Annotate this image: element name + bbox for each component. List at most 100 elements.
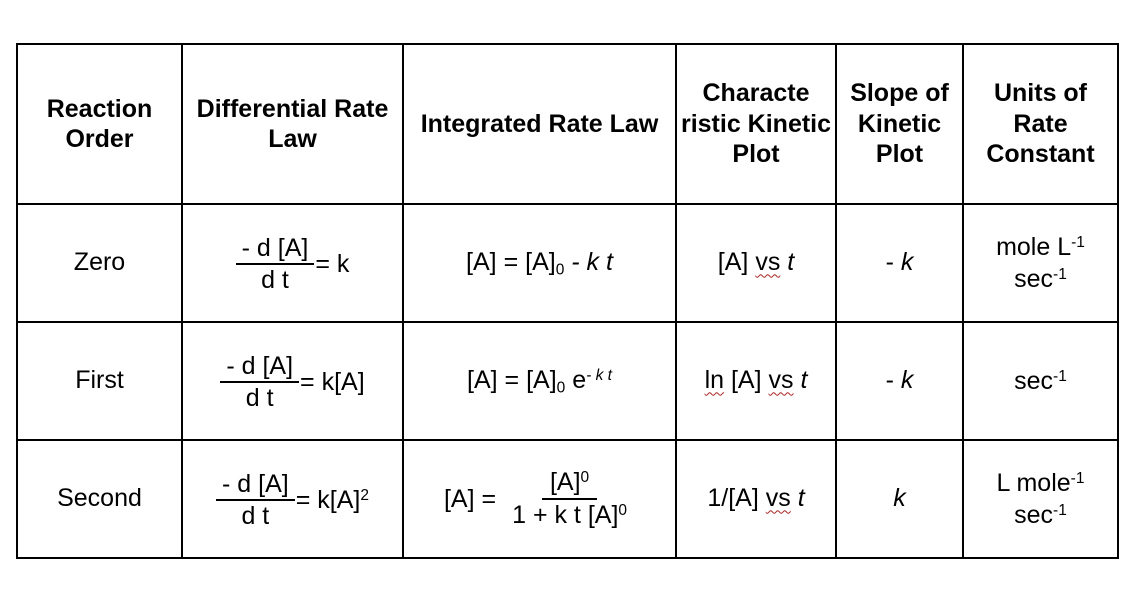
units-line-1-exponent: -1 xyxy=(1070,469,1085,487)
initial-concentration-subscript: 0 xyxy=(555,261,565,279)
table-row-second-order: Second - d [A] d t = k[A]2 [A] = [A]0 1 … xyxy=(16,439,1119,559)
column-header-units-of-rate-constant: Units of Rate Constant xyxy=(962,43,1119,205)
fraction-numerator: - d [A] xyxy=(235,235,315,265)
integrated-expression-first: [A] = [A]0 e- k t xyxy=(467,366,612,397)
plot-x-axis-term: t xyxy=(797,484,805,513)
plot-y-axis-term: [A] xyxy=(730,366,762,395)
cell-units-zero: mole L-1 sec-1 xyxy=(962,203,1119,323)
cell-kinetic-plot-zero: [A] vs t xyxy=(675,203,837,323)
reaction-kinetics-table: Reaction Order Differential Rate Law Int… xyxy=(16,43,1119,559)
integrated-expression-second: [A] = [A]0 1 + k t [A]0 xyxy=(443,468,635,530)
integrated-left-side: [A] = xyxy=(443,484,497,513)
column-header-differential-rate-law: Differential Rate Law xyxy=(181,43,404,205)
equals-sign: = xyxy=(315,249,330,278)
cell-units-second: L mole-1 sec-1 xyxy=(962,439,1119,559)
units-line-1: mole L-1 xyxy=(996,233,1085,261)
fraction-denominator: 1 + k t [A]0 xyxy=(504,500,635,530)
equals-sign: = xyxy=(504,366,520,395)
differential-expression-second: - d [A] d t = k[A]2 xyxy=(216,471,369,529)
units-line-2-text: sec xyxy=(1014,265,1054,293)
equals-sign: = xyxy=(300,367,315,396)
units-line-1: sec-1 xyxy=(1014,367,1067,395)
cell-reaction-order-zero: Zero xyxy=(16,203,183,323)
plot-x-axis-term: t xyxy=(787,248,795,277)
plot-x-axis-term: t xyxy=(800,366,808,395)
concentration-term: [A] xyxy=(467,366,498,395)
units-line-1-text: sec xyxy=(1014,366,1054,395)
fraction: - d [A] d t xyxy=(216,471,295,529)
fraction-denominator: d t xyxy=(245,383,274,412)
differential-expression-first: - d [A] d t = k[A] xyxy=(220,353,365,412)
fraction-numerator: - d [A] xyxy=(220,353,300,383)
units-line-1-text: mole L xyxy=(996,232,1072,261)
units-line-1: L mole-1 xyxy=(997,469,1085,497)
slope-symbol: k xyxy=(900,366,914,395)
table-header-row: Reaction Order Differential Rate Law Int… xyxy=(16,43,1119,205)
kinetic-plot-expression-first: ln [A] vs t xyxy=(705,366,808,394)
rate-law-exponent: 2 xyxy=(360,486,369,504)
fraction-numerator: [A]0 xyxy=(541,468,598,500)
initial-concentration-term: [A] xyxy=(525,248,556,277)
cell-integrated-rate-law-second: [A] = [A]0 1 + k t [A]0 xyxy=(402,439,677,559)
initial-concentration-subscript: 0 xyxy=(556,379,566,397)
differential-right-hand-side: = k[A] xyxy=(300,367,365,396)
differential-right-hand-side: = k xyxy=(315,249,350,278)
cell-units-first: sec-1 xyxy=(962,321,1119,441)
fraction-numerator-exponent: 0 xyxy=(580,468,590,486)
table-row-first-order: First - d [A] d t = k[A] [A] = [A]0 e- k… xyxy=(16,321,1119,441)
cell-reaction-order-second: Second xyxy=(16,439,183,559)
column-header-integrated-rate-law: Integrated Rate Law xyxy=(402,43,677,205)
differential-right-hand-side: = k[A]2 xyxy=(295,485,369,514)
fraction-denominator: d t xyxy=(261,265,289,294)
column-header-characteristic-kinetic-plot: Characte ristic Kinetic Plot xyxy=(675,43,837,205)
cell-integrated-rate-law-first: [A] = [A]0 e- k t xyxy=(402,321,677,441)
cell-slope-first: - k xyxy=(835,321,964,441)
differential-expression-zero: - d [A] d t = k xyxy=(235,235,350,294)
slope-expression-first: - k xyxy=(886,366,914,394)
cell-slope-second: k xyxy=(835,439,964,559)
rate-law-term: k[A] xyxy=(321,367,365,396)
cell-differential-rate-law-zero: - d [A] d t = k xyxy=(181,203,404,323)
slope-sign: - xyxy=(885,366,894,395)
cell-kinetic-plot-second: 1/[A] vs t xyxy=(675,439,837,559)
cell-integrated-rate-law-zero: [A] = [A]0 - k t xyxy=(402,203,677,323)
fraction: - d [A] d t xyxy=(235,235,315,294)
cell-kinetic-plot-first: ln [A] vs t xyxy=(675,321,837,441)
rate-law-term: k[A] xyxy=(317,485,361,514)
equals-sign: = xyxy=(295,485,311,514)
concentration-term: [A] xyxy=(443,484,475,513)
units-expression-zero: mole L-1 sec-1 xyxy=(996,231,1085,296)
cell-slope-zero: - k xyxy=(835,203,964,323)
fraction: - d [A] d t xyxy=(220,353,300,412)
units-line-2-exponent: -1 xyxy=(1053,265,1067,283)
integrated-expression-zero: [A] = [A]0 - k t xyxy=(466,248,613,279)
units-line-2: sec-1 xyxy=(997,499,1085,532)
document-canvas: Reaction Order Differential Rate Law Int… xyxy=(0,0,1137,605)
fraction-denominator-text: 1 + k t [A] xyxy=(512,500,619,529)
column-header-slope-of-kinetic-plot: Slope of Kinetic Plot xyxy=(835,43,964,205)
rate-constant-symbol: k xyxy=(336,249,350,278)
units-line-1-text: L mole xyxy=(996,468,1071,497)
integrated-tail-term: - k t xyxy=(571,248,613,277)
cell-differential-rate-law-first: - d [A] d t = k[A] xyxy=(181,321,404,441)
cell-differential-rate-law-second: - d [A] d t = k[A]2 xyxy=(181,439,404,559)
fraction-denominator: d t xyxy=(241,501,270,530)
slope-symbol: k xyxy=(893,484,906,513)
units-expression-first: sec-1 xyxy=(1014,365,1067,398)
units-expression-second: L mole-1 sec-1 xyxy=(997,467,1085,532)
fraction-denominator-exponent: 0 xyxy=(618,501,628,519)
plot-versus-label: vs xyxy=(768,366,794,395)
equals-sign: = xyxy=(481,484,497,513)
natural-log-label: ln xyxy=(704,366,725,395)
exponential-base: e xyxy=(572,366,587,395)
concentration-term: [A] xyxy=(466,248,497,277)
slope-expression-second: k xyxy=(893,484,906,512)
equals-sign: = xyxy=(503,248,519,277)
units-line-1-exponent: -1 xyxy=(1053,367,1067,385)
plot-versus-label: vs xyxy=(765,484,791,513)
units-line-2-text: sec xyxy=(1014,501,1054,529)
kinetic-plot-expression-zero: [A] vs t xyxy=(718,248,794,276)
plot-versus-label: vs xyxy=(755,248,781,277)
initial-concentration-term: [A] xyxy=(526,366,557,395)
slope-symbol: k xyxy=(900,248,914,277)
